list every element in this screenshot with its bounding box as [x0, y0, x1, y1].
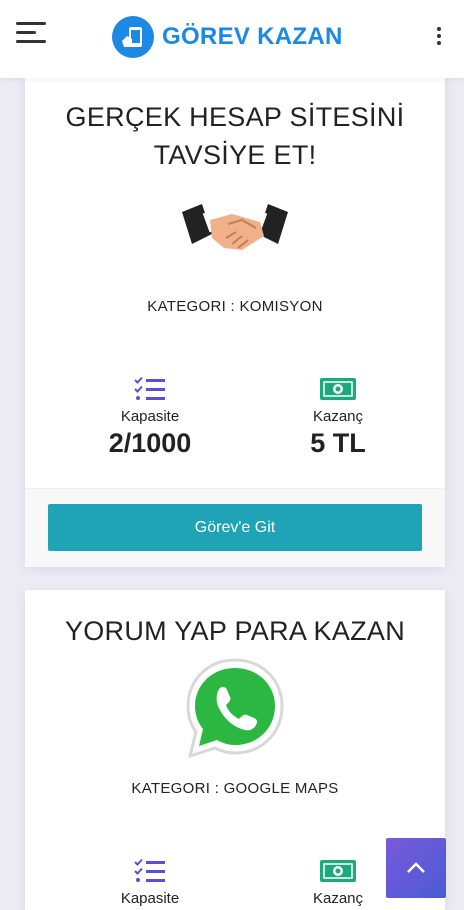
task-category: KATEGORI : GOOGLE MAPS [131, 780, 339, 797]
scroll-to-top-button[interactable] [386, 838, 446, 898]
task-card: GERÇEK HESAP SİTESİNİ TAVSİYE ET! KATEGO… [25, 70, 445, 567]
earning-stat: Kazanç 5 TL [243, 376, 433, 459]
checklist-icon [134, 376, 165, 400]
task-title: GERÇEK HESAP SİTESİNİ TAVSİYE ET! [65, 102, 405, 170]
brand-icon [112, 16, 154, 58]
capacity-label: Kapasite [120, 890, 180, 907]
vertical-dots-icon[interactable] [436, 27, 442, 47]
card-footer: Görev'e Git [25, 488, 445, 567]
app-header: GÖREV KAZAN [0, 0, 464, 78]
money-bill-icon [320, 860, 356, 882]
hamburger-menu-icon[interactable] [16, 22, 48, 46]
capacity-value: 2/1000 [108, 428, 192, 458]
capacity-stat: Kapasite 2/1000 [55, 376, 245, 459]
task-title: YORUM YAP PARA KAZAN [64, 616, 406, 646]
task-card: YORUM YAP PARA KAZAN KATEGORI : GOOGLE M… [25, 590, 445, 910]
brand-logo[interactable]: GÖREV KAZAN [112, 15, 343, 59]
earning-value: 5 TL [310, 428, 366, 458]
go-to-task-button[interactable]: Görev'e Git [48, 504, 422, 551]
capacity-label: Kapasite [120, 408, 180, 425]
brand-name: GÖREV KAZAN [162, 23, 343, 50]
money-bill-icon [320, 378, 356, 400]
whatsapp-icon [186, 658, 284, 759]
task-category: KATEGORI : KOMISYON [147, 298, 323, 315]
handshake-icon [182, 204, 288, 250]
checklist-icon [134, 858, 165, 882]
chevron-up-icon [407, 862, 425, 873]
earning-label: Kazanç [312, 408, 364, 425]
